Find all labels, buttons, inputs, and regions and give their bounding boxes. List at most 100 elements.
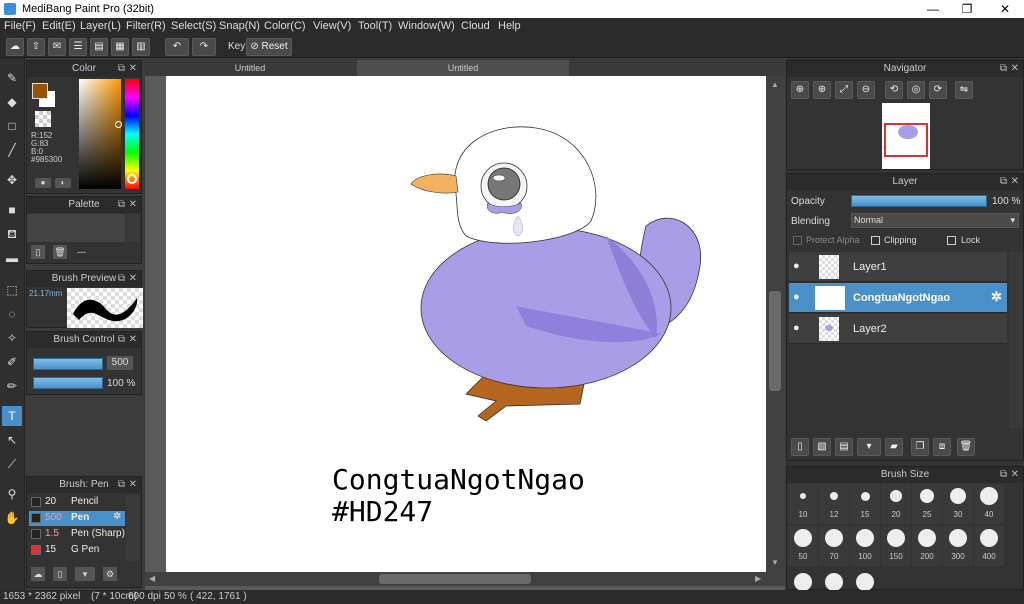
delete-palette-icon[interactable]: 🗑 — [53, 245, 67, 259]
brush-size-option-40[interactable]: 40 — [974, 484, 1004, 524]
hue-slider[interactable] — [125, 79, 139, 189]
brush-item-pencil[interactable]: 20 Pencil — [29, 495, 125, 510]
brush-size-dot[interactable] — [794, 573, 812, 591]
color-picker-cursor[interactable] — [115, 121, 122, 128]
color-history-button[interactable]: ◐ — [55, 178, 71, 188]
add-brush-dropdown-icon[interactable]: ▾ — [75, 567, 95, 581]
horizontal-scrollbar[interactable]: ◀ ▶ — [145, 572, 785, 586]
new-layer-icon[interactable]: ▯ — [791, 438, 809, 456]
bucket-tool-icon[interactable]: ⛾ — [2, 224, 22, 244]
layer-row-text[interactable]: ● CongtuaNgotNgao ✲ — [789, 283, 1007, 313]
float-icon[interactable]: ⧉ — [118, 197, 125, 213]
protect-alpha-checkbox[interactable] — [793, 236, 802, 245]
eraser-tool-icon[interactable]: ◆ — [2, 92, 22, 112]
palette-area[interactable] — [27, 214, 125, 242]
cloud-icon[interactable]: ☁ — [6, 38, 24, 56]
hand-tool-icon[interactable]: ✋ — [2, 508, 22, 528]
float-icon[interactable]: ⧉ — [118, 332, 125, 348]
flip-icon[interactable]: ⇋ — [955, 81, 973, 99]
close-button[interactable]: ✕ — [990, 1, 1020, 17]
brush-size-option-25[interactable]: 25 — [912, 484, 942, 524]
brush-size-option-150[interactable]: 150 — [881, 526, 911, 566]
vertical-scrollbar[interactable]: ▲ ▼ — [766, 76, 785, 572]
brush-item-pen-sharp[interactable]: 1.5 Pen (Sharp) — [29, 527, 125, 542]
rotate-left-icon[interactable]: ⟲ — [885, 81, 903, 99]
close-icon[interactable]: ✕ — [1011, 61, 1019, 77]
zoom-out-icon[interactable]: ⊖ — [857, 81, 875, 99]
menu-cloud[interactable]: Cloud — [461, 20, 490, 32]
close-icon[interactable]: ✕ — [129, 271, 137, 287]
navigator-thumbnail[interactable] — [882, 103, 930, 169]
float-icon[interactable]: ⧉ — [118, 271, 125, 287]
layer-opacity-slider[interactable] — [851, 195, 987, 207]
reset-button[interactable]: ⊘ Reset — [246, 38, 292, 56]
text-tool-icon[interactable]: T — [2, 406, 22, 426]
tab-untitled-2[interactable]: Untitled — [357, 60, 569, 76]
maximize-button[interactable]: ❐ — [952, 1, 982, 17]
zoom-plus-icon[interactable]: ⊕ — [813, 81, 831, 99]
brush-size-option-70[interactable]: 70 — [819, 526, 849, 566]
hue-slider-handle[interactable] — [127, 174, 137, 184]
layer-settings-gear-icon[interactable]: ✲ — [991, 289, 1002, 305]
minimize-button[interactable]: — — [918, 1, 948, 17]
select-tool-icon[interactable]: ⬚ — [2, 280, 22, 300]
brush-size-option-200[interactable]: 200 — [912, 526, 942, 566]
fill-shape-tool-icon[interactable]: ■ — [2, 200, 22, 220]
brush-size-slider[interactable] — [33, 358, 103, 370]
menu-view[interactable]: View(V) — [313, 20, 351, 32]
brush-size-option-12[interactable]: 12 — [819, 484, 849, 524]
scroll-down-icon[interactable]: ▼ — [771, 558, 779, 567]
palette-scrollbar[interactable] — [126, 214, 140, 242]
undo-button[interactable]: ↶ — [165, 38, 189, 56]
saturation-value-picker[interactable] — [79, 79, 121, 189]
float-icon[interactable]: ⧉ — [1000, 174, 1007, 190]
brush-size-dot[interactable] — [856, 573, 874, 591]
foreground-color-swatch[interactable] — [32, 83, 48, 99]
scroll-up-icon[interactable]: ▲ — [771, 80, 779, 89]
brush-size-value[interactable]: 500 — [107, 356, 133, 370]
lock-checkbox[interactable] — [947, 236, 956, 245]
close-icon[interactable]: ✕ — [129, 61, 137, 77]
new-8bit-layer-icon[interactable]: ▤ — [835, 438, 853, 456]
layer-row-layer2[interactable]: ● Layer2 — [789, 314, 1007, 344]
list-icon[interactable]: ▦ — [111, 38, 129, 56]
menu-help[interactable]: Help — [498, 20, 521, 32]
document-icon[interactable]: ▤ — [90, 38, 108, 56]
add-layer-dropdown-icon[interactable]: ▾ — [857, 438, 881, 456]
scroll-left-icon[interactable]: ◀ — [149, 574, 155, 583]
delete-layer-icon[interactable]: 🗑 — [957, 438, 975, 456]
float-icon[interactable]: ⧉ — [118, 61, 125, 77]
layer-row-layer1[interactable]: ● Layer1 — [789, 252, 1007, 282]
brush-size-option-50[interactable]: 50 — [788, 526, 818, 566]
line-tool-icon[interactable]: ╱ — [2, 140, 22, 160]
reset-view-icon[interactable]: ◎ — [907, 81, 925, 99]
magic-wand-tool-icon[interactable]: ✧ — [2, 328, 22, 348]
brush-cloud-icon[interactable]: ☁ — [31, 567, 45, 581]
chat-icon[interactable]: ☰ — [69, 38, 87, 56]
scroll-right-icon[interactable]: ▶ — [755, 574, 761, 583]
drawing-canvas[interactable]: CongtuaNgotNgao #HD247 — [166, 76, 766, 572]
brush-size-option-400[interactable]: 400 — [974, 526, 1004, 566]
menu-tool[interactable]: Tool(T) — [358, 20, 392, 32]
menu-window[interactable]: Window(W) — [398, 20, 455, 32]
clipping-checkbox[interactable] — [871, 236, 880, 245]
brush-size-option-20[interactable]: 20 — [881, 484, 911, 524]
merge-layer-icon[interactable]: ⧈ — [933, 438, 951, 456]
new-brush-icon[interactable]: ▯ — [53, 567, 67, 581]
brush-size-option-300[interactable]: 300 — [943, 526, 973, 566]
navigator-viewport-frame[interactable] — [884, 123, 928, 157]
brush-size-option-15[interactable]: 15 — [850, 484, 880, 524]
color-mode-button[interactable]: ● — [35, 178, 51, 188]
divide-tool-icon[interactable]: ⟋ — [2, 454, 22, 474]
menu-snap[interactable]: Snap(N) — [219, 20, 260, 32]
close-icon[interactable]: ✕ — [1011, 467, 1019, 483]
float-icon[interactable]: ⧉ — [118, 477, 125, 493]
transparent-color-swatch[interactable] — [35, 111, 51, 127]
fit-icon[interactable]: ⤢ — [835, 81, 853, 99]
grid-icon[interactable]: ▥ — [132, 38, 150, 56]
folder-icon[interactable]: ▰ — [885, 438, 903, 456]
brush-size-dot[interactable] — [825, 573, 843, 591]
new-palette-icon[interactable]: ▯ — [31, 245, 45, 259]
tab-untitled-1[interactable]: Untitled — [145, 60, 355, 76]
zoom-in-icon[interactable]: ⊕ — [791, 81, 809, 99]
